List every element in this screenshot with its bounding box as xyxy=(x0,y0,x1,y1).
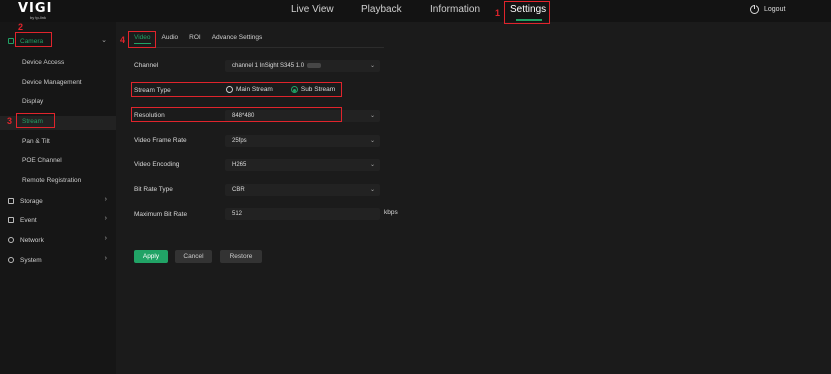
max-bitrate-label: Maximum Bit Rate xyxy=(134,211,188,218)
annotation-number: 2 xyxy=(18,22,24,32)
channel-value: channel 1 InSight S345 1.0 xyxy=(232,63,305,69)
max-bitrate-value: 512 xyxy=(232,211,243,217)
main-content: Video Audio ROI Advance Settings Channel… xyxy=(116,22,831,374)
sidebar-item-system[interactable]: System › xyxy=(0,253,116,267)
restore-button[interactable]: Restore xyxy=(220,250,262,263)
encoding-label: Video Encoding xyxy=(134,161,180,168)
tabs-divider xyxy=(134,47,384,48)
sidebar: Camera ⌄ Device Access Device Management… xyxy=(0,22,116,374)
nav-live-view[interactable]: Live View xyxy=(291,4,334,15)
max-bitrate-unit: kbps xyxy=(384,209,398,216)
annotation-number: 3 xyxy=(7,116,13,126)
bitrate-type-label: Bit Rate Type xyxy=(134,186,173,193)
vigi-logo: VIGI by tp-link xyxy=(18,2,52,20)
chevron-right-icon: › xyxy=(104,235,107,242)
redacted-chip xyxy=(307,62,322,68)
network-icon xyxy=(8,237,14,243)
chevron-right-icon: › xyxy=(104,196,107,203)
chevron-right-icon: › xyxy=(104,215,107,222)
logout-label: Logout xyxy=(764,6,786,13)
frame-rate-select[interactable]: 25fps ⌄ xyxy=(225,135,380,147)
annotation-box-resolution xyxy=(131,107,342,122)
chevron-down-icon: ⌄ xyxy=(369,162,375,168)
storage-icon xyxy=(8,198,14,204)
sidebar-sub-device-access[interactable]: Device Access xyxy=(22,59,64,66)
sidebar-item-storage[interactable]: Storage › xyxy=(0,194,116,208)
channel-label: Channel xyxy=(134,62,159,69)
power-icon xyxy=(750,5,759,14)
frame-rate-label: Video Frame Rate xyxy=(134,137,187,144)
sidebar-item-label: Network xyxy=(20,236,44,244)
sidebar-item-network[interactable]: Network › xyxy=(0,233,116,247)
sidebar-item-event[interactable]: Event › xyxy=(0,213,116,227)
encoding-value: H265 xyxy=(232,162,247,168)
top-bar: VIGI by tp-link Live View Playback Infor… xyxy=(0,0,831,22)
frame-rate-value: 25fps xyxy=(232,138,247,144)
channel-select[interactable]: channel 1 InSight S345 1.0 ⌄ xyxy=(225,60,380,72)
tab-audio[interactable]: Audio xyxy=(162,34,179,41)
nav-playback[interactable]: Playback xyxy=(361,4,402,15)
apply-button[interactable]: Apply xyxy=(134,250,168,263)
max-bitrate-input[interactable]: 512 xyxy=(225,208,380,220)
chevron-down-icon: ⌄ xyxy=(369,63,375,69)
chevron-down-icon: ⌄ xyxy=(369,187,375,193)
gear-icon xyxy=(8,257,14,263)
sidebar-item-label: Storage xyxy=(20,197,43,205)
camera-icon xyxy=(8,38,14,44)
logo-text: VIGI xyxy=(18,1,53,16)
annotation-box-settings xyxy=(504,1,550,24)
tab-roi[interactable]: ROI xyxy=(189,34,201,41)
encoding-select[interactable]: H265 ⌄ xyxy=(225,159,380,171)
sidebar-sub-pan-tilt[interactable]: Pan & Tilt xyxy=(22,138,50,145)
nav-information[interactable]: Information xyxy=(430,4,480,15)
sidebar-item-label: System xyxy=(20,256,42,264)
annotation-number: 4 xyxy=(120,35,126,45)
annotation-box-stream-type xyxy=(131,82,342,97)
cancel-button[interactable]: Cancel xyxy=(175,250,212,263)
chevron-right-icon: › xyxy=(104,255,107,262)
chevron-down-icon: ⌄ xyxy=(369,113,375,119)
logout-button[interactable]: Logout xyxy=(750,5,785,14)
sidebar-sub-remote-registration[interactable]: Remote Registration xyxy=(22,177,81,184)
bitrate-type-select[interactable]: CBR ⌄ xyxy=(225,184,380,196)
sidebar-sub-device-management[interactable]: Device Management xyxy=(22,79,82,86)
event-icon xyxy=(8,217,14,223)
chevron-down-icon: ⌄ xyxy=(369,138,375,144)
annotation-number: 1 xyxy=(495,8,501,18)
annotation-box-camera xyxy=(15,32,52,47)
tab-advance-settings[interactable]: Advance Settings xyxy=(212,34,263,41)
chevron-down-icon: ⌄ xyxy=(101,37,107,44)
sidebar-sub-display[interactable]: Display xyxy=(22,98,43,105)
annotation-box-video-tab xyxy=(128,31,156,48)
annotation-box-stream xyxy=(16,113,55,128)
bitrate-type-value: CBR xyxy=(232,187,245,193)
sidebar-sub-poe-channel[interactable]: POE Channel xyxy=(22,157,62,164)
sidebar-item-label: Event xyxy=(20,216,37,224)
